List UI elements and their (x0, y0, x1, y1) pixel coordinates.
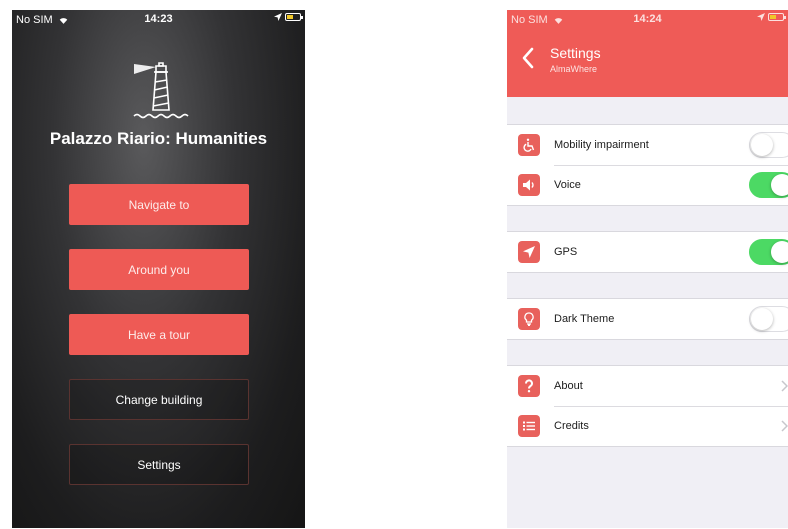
wheelchair-icon (518, 134, 540, 156)
gps-toggle[interactable] (749, 239, 788, 265)
voice-toggle[interactable] (749, 172, 788, 198)
question-icon (518, 375, 540, 397)
setting-row-voice[interactable]: Voice (507, 165, 788, 205)
toggle-knob (771, 174, 788, 196)
status-right (757, 13, 786, 21)
settings-group-location: GPS (507, 231, 788, 273)
status-bar: No SIM 14:24 (507, 10, 788, 30)
setting-row-mobility[interactable]: Mobility impairment (507, 125, 788, 165)
chevron-right-icon (781, 420, 788, 432)
toggle-knob (751, 308, 773, 330)
setting-label: GPS (554, 246, 578, 258)
settings-group-info: About Credits (507, 365, 788, 447)
navigate-to-button[interactable]: Navigate to (69, 184, 249, 225)
battery-icon (285, 13, 303, 21)
setting-label: Voice (554, 179, 581, 191)
setting-label: Mobility impairment (554, 139, 649, 151)
status-bar: No SIM 14:23 (12, 10, 305, 30)
toggle-knob (771, 241, 788, 263)
setting-row-dark-theme[interactable]: Dark Theme (507, 299, 788, 339)
location-arrow-icon (274, 13, 282, 21)
change-building-button[interactable]: Change building (69, 379, 249, 420)
settings-group-appearance: Dark Theme (507, 298, 788, 340)
status-right (274, 13, 303, 21)
building-title: Palazzo Riario: Humanities (49, 129, 268, 148)
have-a-tour-button[interactable]: Have a tour (69, 314, 249, 355)
mobility-toggle[interactable] (749, 132, 788, 158)
setting-row-credits[interactable]: Credits (507, 406, 788, 446)
battery-icon (768, 13, 786, 21)
location-arrow-icon (757, 13, 765, 21)
speaker-icon (518, 174, 540, 196)
status-time: 14:23 (144, 13, 173, 25)
settings-button[interactable]: Settings (69, 444, 249, 485)
around-you-button[interactable]: Around you (69, 249, 249, 290)
setting-row-gps[interactable]: GPS (507, 232, 788, 272)
settings-screen: No SIM 14:24 Settings AlmaWhere Mobility… (507, 10, 788, 528)
dark-theme-toggle[interactable] (749, 306, 788, 332)
setting-label: Dark Theme (554, 313, 615, 325)
list-icon (518, 415, 540, 437)
setting-label: About (554, 380, 583, 392)
back-chevron-icon[interactable] (521, 47, 535, 69)
chevron-right-icon (781, 380, 788, 392)
setting-label: Credits (554, 420, 589, 432)
setting-row-about[interactable]: About (507, 366, 788, 406)
settings-header: No SIM 14:24 Settings AlmaWhere (507, 10, 788, 97)
lighthouse-logo (133, 62, 189, 119)
toggle-knob (751, 134, 773, 156)
page-title: Settings (550, 45, 601, 61)
page-subtitle: AlmaWhere (550, 64, 598, 74)
location-arrow-icon (518, 241, 540, 263)
lightbulb-icon (518, 308, 540, 330)
status-time: 14:24 (633, 13, 662, 25)
home-screen: No SIM 14:23 Palazzo Riario: Humanities … (12, 10, 305, 528)
settings-group-accessibility: Mobility impairment Voice (507, 124, 788, 206)
